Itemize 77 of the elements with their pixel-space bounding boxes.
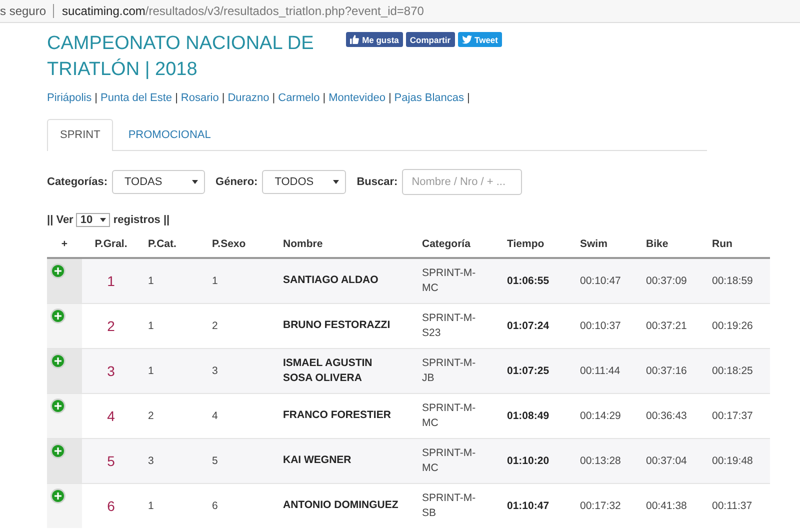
location-link[interactable]: Carmelo	[278, 92, 320, 104]
gender-rank-cell: 1	[204, 258, 275, 303]
caret-icon	[192, 180, 198, 184]
tab[interactable]: SPRINT	[47, 119, 114, 151]
name-cell: ISMAEL AGUSTIN SOSA OLIVERA	[275, 348, 414, 393]
bike-cell: 00:37:04	[638, 438, 704, 483]
filter-label: Categorías:	[47, 176, 108, 188]
rank-cell: 6	[82, 483, 140, 528]
tab[interactable]: PROMOCIONAL	[115, 119, 224, 150]
rank-cell: 5	[82, 438, 140, 483]
time-cell: 01:10:20	[499, 438, 572, 483]
time-cell: 01:06:55	[499, 258, 572, 303]
category-rank-cell: 1	[140, 258, 204, 303]
time-cell: 01:07:25	[499, 348, 572, 393]
separator-text: |	[272, 92, 276, 104]
filter-label: Género:	[216, 176, 258, 188]
show-label: || Ver	[47, 214, 74, 226]
expand-icon[interactable]	[50, 263, 66, 279]
expand-icon[interactable]	[50, 488, 66, 504]
expand-icon[interactable]	[50, 398, 66, 414]
category-rank-cell: 1	[140, 348, 204, 393]
expand-icon[interactable]	[50, 352, 66, 368]
name-cell: KAI WEGNER	[275, 438, 414, 483]
records-label: registros ||	[113, 214, 170, 226]
category-rank-cell: 1	[140, 483, 204, 528]
separator-text: |	[467, 92, 470, 104]
separator-text: |	[322, 92, 326, 104]
gender-rank-cell: 3	[204, 348, 275, 393]
caret-icon	[332, 180, 339, 184]
location-link[interactable]: Pajas Blancas	[394, 92, 464, 104]
separator-text: |	[222, 92, 225, 104]
time-cell: 01:10:47	[499, 483, 572, 528]
expand-icon[interactable]	[50, 308, 66, 324]
name-cell: ANTONIO DOMINGUEZ	[275, 483, 414, 528]
like-button[interactable]: Me gusta	[346, 32, 403, 47]
location-link[interactable]: Montevideo	[328, 92, 386, 104]
caret-icon	[100, 218, 106, 222]
swim-cell: 00:11:44	[572, 348, 638, 393]
bike-cell: 00:41:38	[638, 483, 704, 528]
gender-rank-cell: 6	[204, 483, 275, 528]
run-cell: 00:11:37	[704, 483, 770, 528]
select-dropdown[interactable]: TODOS	[262, 170, 346, 194]
url-text[interactable]: sucatiming.com/resultados/v3/resultados_triatlon.php?event_id=870	[62, 4, 424, 18]
name-cell: SANTIAGO ALDAO	[275, 258, 414, 303]
security-label: s seguro	[0, 4, 46, 18]
page-size-select[interactable]: 10	[76, 213, 110, 227]
search-field[interactable]: Nombre / Nro / + ...	[402, 169, 522, 195]
category-cell: SPRINT-M-JB	[414, 348, 499, 393]
category-cell: SPRINT-M-SB	[414, 483, 499, 528]
expand-icon[interactable]	[50, 442, 66, 458]
swim-cell: 00:10:47	[572, 258, 638, 303]
run-cell: 00:19:48	[704, 438, 770, 483]
rank-cell: 3	[82, 348, 140, 393]
page-title: CAMPEONATO NACIONAL DE TRIATLÓN | 2018	[47, 32, 315, 82]
rank-cell: 1	[82, 258, 140, 303]
location-link[interactable]: Punta del Este	[100, 92, 172, 104]
location-link[interactable]: Durazno	[228, 92, 270, 104]
thumbs-up-icon	[350, 35, 360, 44]
bike-cell: 00:37:16	[638, 348, 704, 393]
run-cell: 00:18:59	[704, 258, 770, 303]
bird-icon	[462, 35, 472, 44]
share-button[interactable]: Compartir	[406, 32, 455, 47]
filter-label: Buscar:	[356, 176, 398, 188]
location-link[interactable]: Piriápolis	[47, 92, 92, 104]
separator-text: |	[388, 92, 392, 104]
category-cell: SPRINT-M-MC	[414, 438, 499, 483]
run-cell: 00:18:25	[704, 348, 770, 393]
bike-cell: 00:37:09	[638, 258, 704, 303]
separator-text: |	[175, 92, 178, 104]
location-link[interactable]: Rosario	[180, 92, 219, 104]
category-rank-cell: 3	[140, 438, 204, 483]
separator-text: |	[94, 92, 98, 104]
category-cell: SPRINT-M-MC	[414, 258, 499, 303]
select-dropdown[interactable]: TODAS	[112, 170, 205, 194]
swim-cell: 00:13:28	[572, 438, 638, 483]
gender-rank-cell: 5	[204, 438, 275, 483]
swim-cell: 00:17:32	[572, 483, 638, 528]
